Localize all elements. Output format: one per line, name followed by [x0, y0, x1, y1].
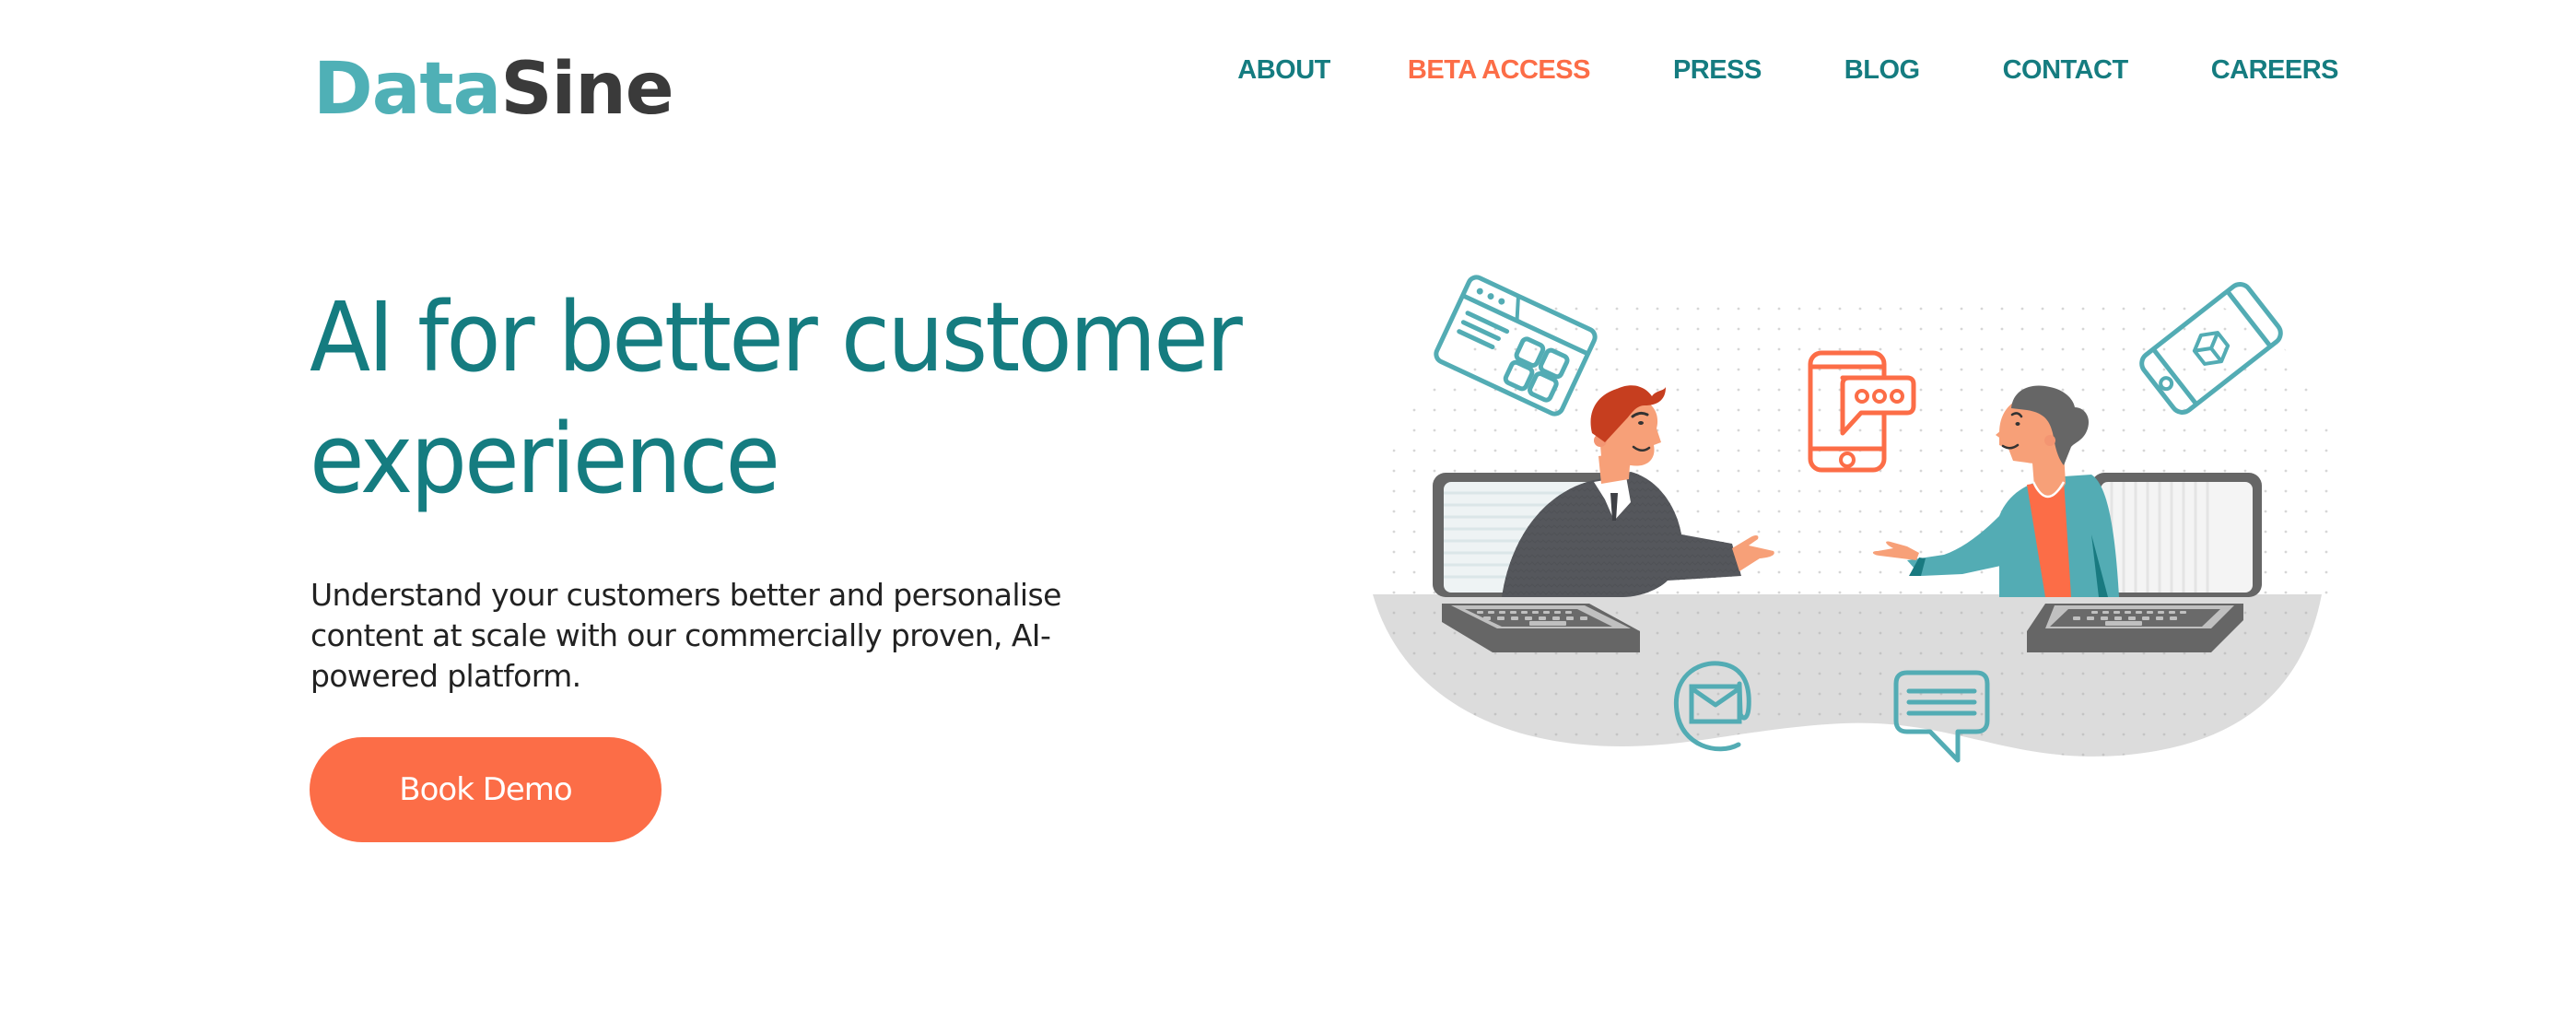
main-nav: ABOUT BETA ACCESS PRESS BLOG CONTACT CAR… — [1237, 55, 2338, 86]
logo[interactable]: Data Sine — [313, 48, 674, 131]
hero-subtitle: Understand your customers better and per… — [310, 577, 1061, 694]
nav-contact[interactable]: CONTACT — [2003, 55, 2129, 86]
logo-text-sine: Sine — [500, 48, 673, 131]
hero-title-line-2: experience — [310, 403, 780, 515]
nav-press[interactable]: PRESS — [1673, 55, 1762, 86]
hero-title-line-1: AI for better customer — [310, 281, 1243, 393]
nav-blog[interactable]: BLOG — [1844, 55, 1920, 86]
logo-text-data: Data — [313, 48, 501, 131]
hero-illustration — [1373, 275, 2340, 763]
nav-beta-access[interactable]: BETA ACCESS — [1408, 55, 1591, 86]
nav-careers[interactable]: CAREERS — [2211, 55, 2339, 86]
nav-about[interactable]: ABOUT — [1237, 55, 1330, 86]
book-demo-button[interactable]: Book Demo — [310, 737, 662, 842]
hero-title: AI for better customer experience — [310, 276, 1252, 520]
